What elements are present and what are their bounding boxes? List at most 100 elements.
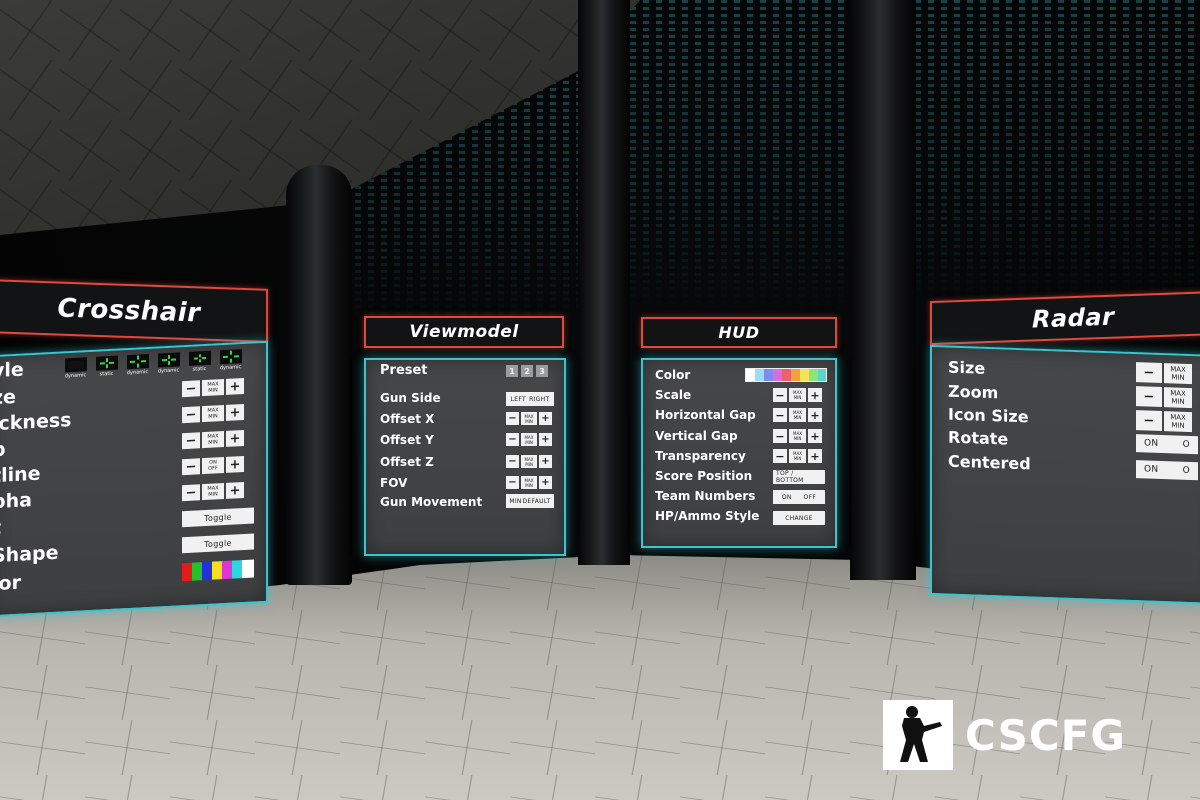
crosshair-thickness-control: − MAX MIN +: [182, 403, 244, 424]
max-min-button[interactable]: MAX MIN: [521, 476, 537, 489]
max-min-button[interactable]: MAX MIN: [202, 483, 224, 501]
hud-row-label: Color: [655, 368, 691, 382]
radar-centered-toggle[interactable]: ON O: [1136, 460, 1198, 481]
minus-button[interactable]: −: [182, 432, 200, 450]
hud-vertical-gap-control: − MAX MIN +: [773, 429, 822, 443]
plus-button[interactable]: +: [808, 388, 822, 402]
max-min-button[interactable]: MAX MIN: [789, 388, 806, 402]
minus-button[interactable]: −: [1136, 362, 1162, 384]
minus-button[interactable]: −: [182, 484, 200, 502]
preset-button[interactable]: 3: [536, 365, 548, 377]
crosshair-row-shape: Shape: [0, 541, 59, 568]
fov-control: − MAX MIN +: [506, 476, 552, 489]
gun-movement-toggle[interactable]: MIN DEFAULT: [506, 494, 554, 508]
plus-button[interactable]: +: [808, 408, 822, 422]
crosshair-outline-control: − ON OFF +: [182, 455, 244, 476]
crosshair-size-control: − MAX MIN +: [182, 377, 244, 398]
radar-row-label: Zoom: [948, 381, 999, 403]
matrix-rain-right: [915, 0, 1200, 300]
max-min-button[interactable]: MAX MIN: [1164, 411, 1192, 433]
crosshair-row-outline: tline: [0, 462, 41, 488]
crosshair-row-gap: p: [0, 438, 6, 462]
minus-button[interactable]: −: [506, 412, 519, 425]
plus-button[interactable]: +: [539, 433, 552, 446]
minus-button[interactable]: −: [773, 388, 787, 402]
max-min-button[interactable]: MAX MIN: [202, 405, 224, 423]
max-min-button[interactable]: MAX MIN: [1164, 387, 1192, 409]
crosshair-color-swatch[interactable]: [182, 559, 254, 582]
on-off-button[interactable]: ON OFF: [202, 457, 224, 475]
soldier-silhouette-icon: [883, 700, 953, 770]
hud-color-swatch[interactable]: [745, 368, 827, 382]
pillar-left: [286, 165, 352, 585]
max-min-button[interactable]: MAX MIN: [521, 412, 537, 425]
logo-text: CSCFG: [965, 710, 1126, 760]
pillar-right: [850, 0, 916, 580]
viewmodel-row-label: Offset Z: [380, 455, 434, 469]
max-min-button[interactable]: MAX MIN: [1164, 363, 1192, 385]
plus-button[interactable]: +: [808, 429, 822, 443]
preset-button[interactable]: 2: [521, 365, 533, 377]
radar-row-label: Centered: [948, 451, 1031, 474]
minus-button[interactable]: −: [506, 455, 519, 468]
crosshair-shape-toggle[interactable]: Toggle: [182, 533, 254, 554]
offset-y-control: − MAX MIN +: [506, 433, 552, 446]
plus-button[interactable]: +: [226, 403, 244, 421]
plus-button[interactable]: +: [226, 455, 244, 473]
crosshair-style-option[interactable]: dynamic: [155, 352, 182, 375]
max-min-button[interactable]: MAX MIN: [202, 431, 224, 449]
team-numbers-toggle[interactable]: ON OFF: [773, 490, 825, 504]
plus-button[interactable]: +: [226, 377, 244, 395]
crosshair-row-size: ze: [0, 385, 16, 410]
max-min-button[interactable]: MAX MIN: [521, 433, 537, 446]
radar-title: Radar: [930, 290, 1200, 346]
minus-button[interactable]: −: [773, 449, 787, 463]
offset-z-control: − MAX MIN +: [506, 455, 552, 468]
max-min-button[interactable]: MAX MIN: [789, 429, 806, 443]
max-min-button[interactable]: MAX MIN: [789, 408, 806, 422]
crosshair-style-option[interactable]: static: [186, 350, 213, 374]
pillar-center: [578, 0, 630, 565]
max-min-button[interactable]: MAX MIN: [789, 449, 806, 463]
hud-row-label: Vertical Gap: [655, 429, 738, 443]
crosshair-style-option[interactable]: dynamic: [124, 353, 151, 377]
crosshair-dot-toggle[interactable]: Toggle: [182, 507, 254, 528]
crosshair-style-option[interactable]: static: [93, 355, 120, 378]
score-position-toggle[interactable]: TOP / BOTTOM: [773, 470, 825, 484]
plus-button[interactable]: +: [808, 449, 822, 463]
minus-button[interactable]: −: [182, 458, 200, 476]
minus-button[interactable]: −: [1136, 386, 1162, 408]
gun-side-toggle[interactable]: LEFT RIGHT: [506, 392, 554, 406]
minus-button[interactable]: −: [506, 433, 519, 446]
preset-button[interactable]: 1: [506, 365, 518, 377]
radar-body: Size Zoom Icon Size Rotate Centered − MA…: [930, 344, 1200, 606]
hud-row-label: Scale: [655, 388, 692, 402]
minus-button[interactable]: −: [182, 380, 200, 398]
minus-button[interactable]: −: [773, 408, 787, 422]
radar-rotate-toggle[interactable]: ON O: [1136, 434, 1198, 455]
hp-ammo-style-button[interactable]: CHANGE: [773, 511, 825, 525]
minus-button[interactable]: −: [773, 429, 787, 443]
plus-button[interactable]: +: [539, 455, 552, 468]
hud-row-label: HP/Ammo Style: [655, 509, 760, 523]
plus-button[interactable]: +: [226, 481, 244, 499]
plus-button[interactable]: +: [539, 412, 552, 425]
plus-button[interactable]: +: [539, 476, 552, 489]
plus-button[interactable]: +: [226, 429, 244, 447]
crosshair-row-style: yle: [0, 358, 24, 383]
hud-row-label: Team Numbers: [655, 489, 756, 503]
viewmodel-row-label: Gun Movement: [380, 495, 483, 509]
crosshair-style-option[interactable]: dynamic: [62, 357, 89, 380]
minus-button[interactable]: −: [1136, 410, 1162, 432]
hud-scale-control: − MAX MIN +: [773, 388, 822, 402]
crosshair-style-option[interactable]: dynamic: [217, 349, 244, 372]
radar-row-label: Size: [948, 357, 986, 378]
viewmodel-row-label: Offset X: [380, 412, 435, 426]
viewmodel-row-label: FOV: [380, 476, 408, 490]
radar-size-control: − MAX MIN: [1136, 362, 1192, 385]
minus-button[interactable]: −: [182, 406, 200, 424]
radar-row-label: Rotate: [948, 427, 1009, 449]
max-min-button[interactable]: MAX MIN: [202, 379, 224, 397]
minus-button[interactable]: −: [506, 476, 519, 489]
max-min-button[interactable]: MAX MIN: [521, 455, 537, 468]
